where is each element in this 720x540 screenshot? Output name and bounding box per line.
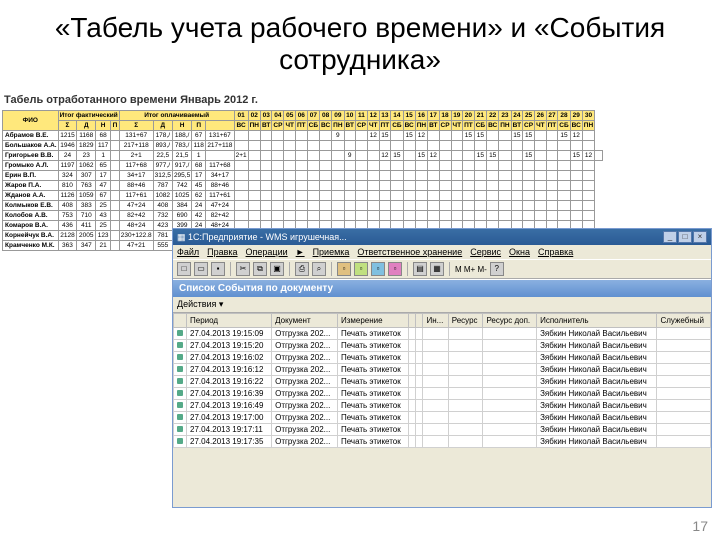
menubar[interactable]: Файл Правка Операции ► Приемка Ответственное … [173, 245, 711, 259]
calc-icon[interactable]: ▤ [413, 262, 427, 276]
employee-name: Большаков А.А. [3, 141, 59, 151]
events-grid[interactable]: ПериодДокументИзмерение Ин...РесурсРесурс… [173, 313, 711, 448]
grid-column[interactable] [416, 314, 423, 328]
grid-column[interactable]: Ин... [423, 314, 448, 328]
grid-row[interactable]: 27.04.2013 19:16:02Отгрузка 202...Печать… [174, 352, 711, 364]
grid-row[interactable]: 27.04.2013 19:16:49Отгрузка 202...Печать… [174, 400, 711, 412]
employee-name: Колмыков Е.В. [3, 201, 59, 211]
employee-name: Жданов А.А. [3, 191, 59, 201]
actions-menu[interactable]: Действия ▾ [177, 299, 223, 309]
employee-name: Абрамов В.Е. [3, 131, 59, 141]
m-label: М М+ М- [455, 265, 487, 274]
grid-row[interactable]: 27.04.2013 19:17:11Отгрузка 202...Печать… [174, 424, 711, 436]
app-window: ▦ 1С:Предприятие - WMS игрушечная... _ □… [172, 228, 712, 508]
employee-name: Григорьев В.В. [3, 151, 59, 161]
save-icon[interactable]: ▪ [211, 262, 225, 276]
menu-item[interactable]: Операции [246, 247, 288, 257]
employee-name: Ерин В.П. [3, 171, 59, 181]
close-button[interactable]: × [693, 231, 707, 243]
grid-column[interactable]: Измерение [337, 314, 408, 328]
help-icon[interactable]: ? [490, 262, 504, 276]
timesheet-panel: Табель отработанного времени Январь 2012… [2, 90, 430, 251]
timesheet-title: Табель отработанного времени Январь 2012… [2, 90, 430, 110]
action3-icon[interactable]: ▫ [371, 262, 385, 276]
grid-row[interactable]: 27.04.2013 19:17:00Отгрузка 202...Печать… [174, 412, 711, 424]
menu-item[interactable]: ► [296, 247, 305, 257]
grid-column[interactable]: Ресурс [448, 314, 483, 328]
section-header: Список События по документу [173, 279, 711, 297]
grid-column[interactable]: Документ [272, 314, 338, 328]
calendar-icon[interactable]: ▦ [430, 262, 444, 276]
grid-row[interactable]: 27.04.2013 19:16:39Отгрузка 202...Печать… [174, 388, 711, 400]
menu-item[interactable]: Правка [207, 247, 237, 257]
grid-row[interactable]: 27.04.2013 19:15:09Отгрузка 202...Печать… [174, 328, 711, 340]
action2-icon[interactable]: ▫ [354, 262, 368, 276]
maximize-button[interactable]: □ [678, 231, 692, 243]
preview-icon[interactable]: ⌕ [312, 262, 326, 276]
grid-column[interactable] [174, 314, 187, 328]
print-icon[interactable]: ⎙ [295, 262, 309, 276]
menu-item[interactable]: Ответственное хранение [357, 247, 462, 257]
grid-row[interactable]: 27.04.2013 19:15:20Отгрузка 202...Печать… [174, 340, 711, 352]
paste-icon[interactable]: ▣ [270, 262, 284, 276]
menu-item[interactable]: Файл [177, 247, 199, 257]
minimize-button[interactable]: _ [663, 231, 677, 243]
page-number: 17 [692, 518, 708, 534]
menu-item[interactable]: Справка [538, 247, 573, 257]
new-icon[interactable]: □ [177, 262, 191, 276]
grid-column[interactable]: Ресурс доп. [483, 314, 537, 328]
slide-title: «Табель учета рабочего времени» и «Событ… [0, 0, 720, 84]
grid-column[interactable]: Исполнитель [537, 314, 657, 328]
menu-item[interactable]: Приемка [313, 247, 350, 257]
copy-icon[interactable]: ⧉ [253, 262, 267, 276]
employee-name: Крамченко М.К. [3, 241, 59, 251]
employee-name: Комаров В.А. [3, 221, 59, 231]
menu-item[interactable]: Сервис [470, 247, 501, 257]
app-title: 1С:Предприятие - WMS игрушечная... [188, 232, 347, 242]
grid-row[interactable]: 27.04.2013 19:16:22Отгрузка 202...Печать… [174, 376, 711, 388]
employee-name: Корнейчук В.А. [3, 231, 59, 241]
app-icon: ▦ 1С:Предприятие - WMS игрушечная... [177, 232, 347, 243]
action1-icon[interactable]: ▫ [337, 262, 351, 276]
action4-icon[interactable]: ▫ [388, 262, 402, 276]
actions-bar[interactable]: Действия ▾ [173, 297, 711, 313]
menu-item[interactable]: Окна [509, 247, 530, 257]
toolbar[interactable]: □ ▭ ▪ ✂ ⧉ ▣ ⎙ ⌕ ▫ ▫ ▫ ▫ ▤ ▦ М М+ М- ? [173, 259, 711, 279]
grid-row[interactable]: 27.04.2013 19:16:12Отгрузка 202...Печать… [174, 364, 711, 376]
employee-name: Громыко А.Л. [3, 161, 59, 171]
grid-row[interactable]: 27.04.2013 19:17:35Отгрузка 202...Печать… [174, 436, 711, 448]
grid-column[interactable] [408, 314, 415, 328]
employee-name: Колобов А.В. [3, 211, 59, 221]
open-icon[interactable]: ▭ [194, 262, 208, 276]
cut-icon[interactable]: ✂ [236, 262, 250, 276]
grid-column[interactable]: Служебный [657, 314, 711, 328]
employee-name: Жаров П.А. [3, 181, 59, 191]
grid-column[interactable]: Период [187, 314, 272, 328]
titlebar: ▦ 1С:Предприятие - WMS игрушечная... _ □… [173, 229, 711, 245]
